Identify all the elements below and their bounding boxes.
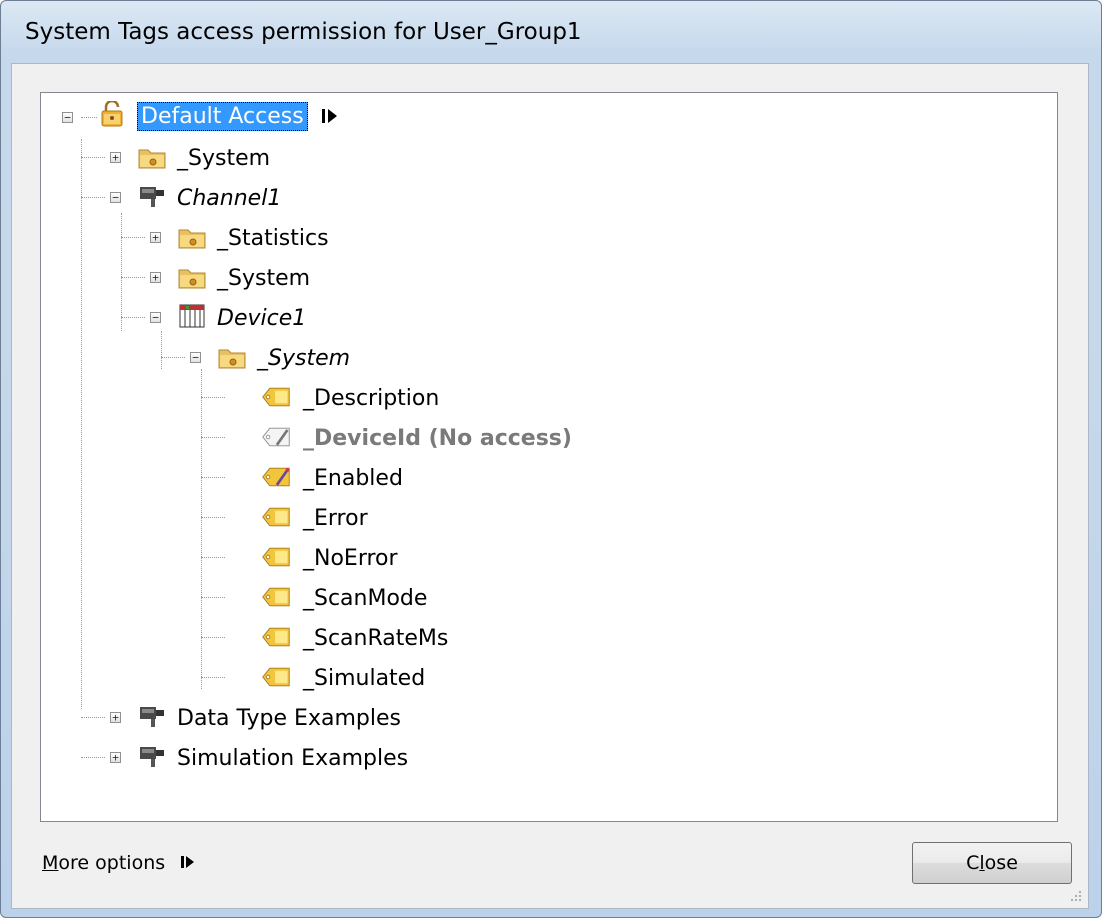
expand-toggle-system[interactable]: + [110,152,121,163]
collapse-toggle-device1[interactable]: − [150,312,161,323]
collapse-toggle-device-system[interactable]: − [190,352,201,363]
tree-node-tag-simulated[interactable]: _Simulated [303,666,425,691]
close-label-post: ose [984,852,1018,874]
dialog-window: System Tags access permission for User_G… [0,0,1102,918]
channel-icon [140,747,164,767]
tree-node-tag-error[interactable]: _Error [303,506,368,531]
channel-icon [140,187,164,207]
tree-node-channel-system[interactable]: _System [217,266,310,291]
tag-write-icon [262,467,290,487]
more-options-mnemonic: M [42,852,59,874]
window-title: System Tags access permission for User_G… [25,19,582,45]
dialog-client: − Default Access + _System − Channel1 + … [11,63,1089,909]
tree-node-tag-description[interactable]: _Description [303,386,439,411]
folder-icon [138,149,166,169]
close-label-pre: C [966,852,980,874]
resize-grip-icon[interactable] [1068,888,1082,902]
expand-toggle-simulation-examples[interactable]: + [110,752,121,763]
expand-toggle-statistics[interactable]: + [150,232,161,243]
tree-node-device-system[interactable]: _System [257,346,350,371]
tree-node-tag-deviceid[interactable]: _DeviceId (No access) [303,426,572,451]
expand-toggle-data-type-examples[interactable]: + [110,712,121,723]
device-icon [179,304,205,328]
tree-node-tag-enabled[interactable]: _Enabled [303,466,403,491]
tree-node-statistics[interactable]: _Statistics [217,226,329,251]
folder-icon [178,229,206,249]
tag-no-access-icon [262,427,290,447]
tree-node-tag-scanratems[interactable]: _ScanRateMs [303,626,448,651]
expand-toggle-channel-system[interactable]: + [150,272,161,283]
arrow-right-icon[interactable] [321,107,338,125]
folder-icon [218,349,246,369]
close-button[interactable]: Cl ose [912,842,1072,884]
tree-node-channel1[interactable]: Channel1 [177,186,281,211]
more-options-link[interactable]: More options [42,852,195,874]
tree-node-tag-scanmode[interactable]: _ScanMode [303,586,427,611]
tag-icon [262,547,290,567]
collapse-toggle-root[interactable]: − [62,112,73,123]
permission-tree[interactable]: − Default Access + _System − Channel1 + … [40,92,1058,822]
tree-node-default-access[interactable]: Default Access [137,101,308,131]
lock-icon [101,101,123,127]
tree-node-simulation-examples[interactable]: Simulation Examples [177,746,408,771]
tag-icon [262,667,290,687]
collapse-toggle-channel1[interactable]: − [110,192,121,203]
tree-node-system[interactable]: _System [177,146,270,171]
folder-icon [178,269,206,289]
tag-icon [262,587,290,607]
tree-node-tag-noerror[interactable]: _NoError [303,546,398,571]
tag-icon [262,627,290,647]
tag-icon [262,387,290,407]
tree-node-data-type-examples[interactable]: Data Type Examples [177,706,401,731]
arrow-right-icon [181,856,195,868]
more-options-label: ore options [58,852,166,874]
title-bar[interactable]: System Tags access permission for User_G… [1,1,1101,63]
channel-icon [140,707,164,727]
tag-icon [262,507,290,527]
tree-node-device1[interactable]: Device1 [217,306,306,331]
